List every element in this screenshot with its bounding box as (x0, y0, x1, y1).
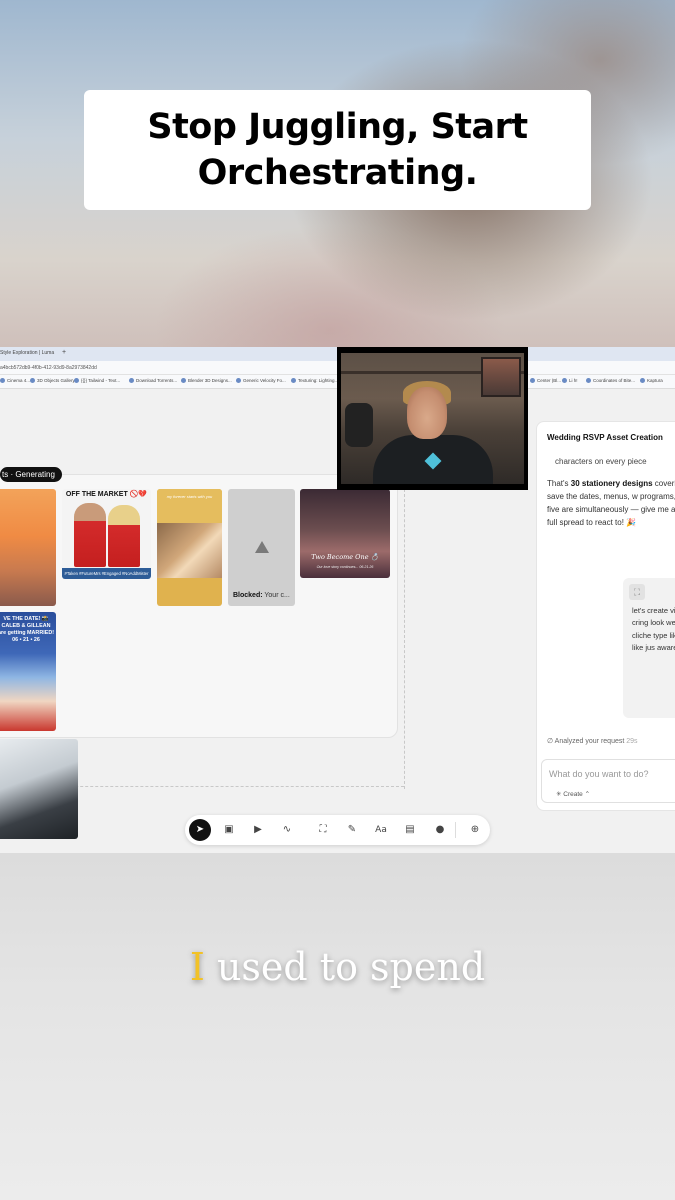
asset-card-sunset-proposal[interactable] (0, 489, 56, 606)
chat-title[interactable]: Wedding RSVP Asset Creation (547, 433, 663, 442)
card-footer-tags: #Taken #FutureMrs #Engaged #NoAddMister (62, 568, 151, 579)
asset-card-gold[interactable]: my forever starts with you (157, 489, 222, 606)
url-text[interactable]: a4bcb572db9-4f0b-412-93d9-8a2973842dd (0, 365, 97, 371)
subtitle-caption: I used to spend (0, 945, 675, 989)
card-subtitle: Our love story continues... 06.21.26 (316, 565, 374, 569)
webcam-video (341, 353, 524, 484)
chat-text: characters on every piece (555, 457, 647, 466)
draw-tool-icon[interactable]: ✎ (341, 819, 363, 841)
card-title: OFF THE MARKET 🚫💔 (65, 491, 148, 498)
card-title: Two Become One 💍 (311, 553, 379, 561)
browser-tab-title[interactable]: Style Exploration | Luma (0, 350, 54, 356)
image-tool-icon[interactable]: ▣ (218, 819, 240, 841)
video-tool-icon[interactable]: ▶ (247, 819, 269, 841)
chat-input[interactable]: What do you want to do? ✳ Create ⌃ (541, 759, 675, 803)
bookmark-item[interactable]: Blender 3D Designs... (181, 378, 232, 383)
toolbar-divider (455, 822, 456, 838)
create-mode-dropdown[interactable]: ✳ Create ⌃ (556, 790, 590, 798)
connector-line (404, 489, 405, 789)
frame-tool-icon[interactable]: ⛶ (312, 819, 334, 841)
headline-card: Stop Juggling, Start Orchestrating. (84, 90, 591, 210)
expand-icon[interactable]: ⛶ (629, 584, 645, 600)
webcam-overlay (337, 347, 528, 490)
bookmark-item[interactable]: {{}} Tailwind - Text... (74, 378, 120, 383)
board-tool-icon[interactable]: ▤ (399, 819, 421, 841)
bookmark-item[interactable]: Generic Velocity Fo... (236, 378, 286, 383)
blocked-message: Blocked: Your c... (233, 592, 290, 599)
generating-status-pill: ts · Generating (0, 467, 62, 482)
chat-panel: Wedding RSVP Asset Creation characters o… (536, 421, 675, 811)
user-message-bubble: ⛶ let's create viral worthy most cring l… (623, 578, 675, 718)
asset-card-blocked[interactable]: Blocked: Your c... (228, 489, 295, 606)
card-script-text: my forever starts with you (157, 489, 222, 523)
bookmark-item[interactable]: Li h! (562, 378, 578, 383)
caption-text: used to spend (204, 945, 486, 989)
person-figure (74, 503, 106, 567)
asset-card-studio-photo[interactable] (0, 739, 78, 839)
bookmark-item[interactable]: Texturing: Lighting... (291, 378, 338, 383)
user-message-text: let's create viral worthy most cring loo… (632, 606, 675, 652)
bookmark-item[interactable]: Download Torrents... (129, 378, 177, 383)
color-tool-icon[interactable]: ● (429, 819, 451, 841)
bookmark-item[interactable]: Center (Bl... (530, 378, 561, 383)
new-tab-button[interactable]: + (62, 349, 66, 356)
chat-input-placeholder[interactable]: What do you want to do? (549, 769, 649, 779)
bookmark-item[interactable]: Coordinates of Bite... (586, 378, 635, 383)
asset-card-save-the-date[interactable]: VE THE DATE! 📸 CALEB & GILLEAN are getti… (0, 612, 56, 731)
bottom-background (0, 853, 675, 1200)
caption-highlight-word: I (189, 945, 205, 989)
bookmark-item[interactable]: 3D Objects Gallery (30, 378, 75, 383)
audio-tool-icon[interactable]: ∿ (276, 819, 298, 841)
canvas-toolbar: ➤ ▣ ▶ ∿ ⛶ ✎ Aa ▤ ● ⊕ (185, 815, 490, 845)
bookmark-item[interactable]: Cinema 4... (0, 378, 30, 383)
couple-photo (157, 523, 222, 578)
assistant-message: That's 30 stationery designs covering ca… (547, 479, 675, 527)
headline-text: Stop Juggling, Start Orchestrating. (147, 107, 528, 193)
card-text: VE THE DATE! 📸 CALEB & GILLEAN are getti… (0, 616, 55, 643)
warning-icon (255, 541, 269, 553)
presenter-face (407, 387, 447, 439)
asset-card-off-the-market[interactable]: OFF THE MARKET 🚫💔 #Taken #FutureMrs #Eng… (62, 489, 151, 579)
select-tool-icon[interactable]: ➤ (189, 819, 211, 841)
person-figure (108, 505, 140, 567)
add-tool-icon[interactable]: ⊕ (464, 819, 486, 841)
microphone-icon (345, 403, 373, 447)
analysis-status: ∅ Analyzed your request 29s (547, 738, 638, 745)
bookmark-item[interactable]: Kaptura (640, 378, 663, 383)
text-tool-icon[interactable]: Aa (370, 819, 392, 841)
asset-card-two-become-one[interactable]: Two Become One 💍 Our love story continue… (300, 489, 390, 578)
